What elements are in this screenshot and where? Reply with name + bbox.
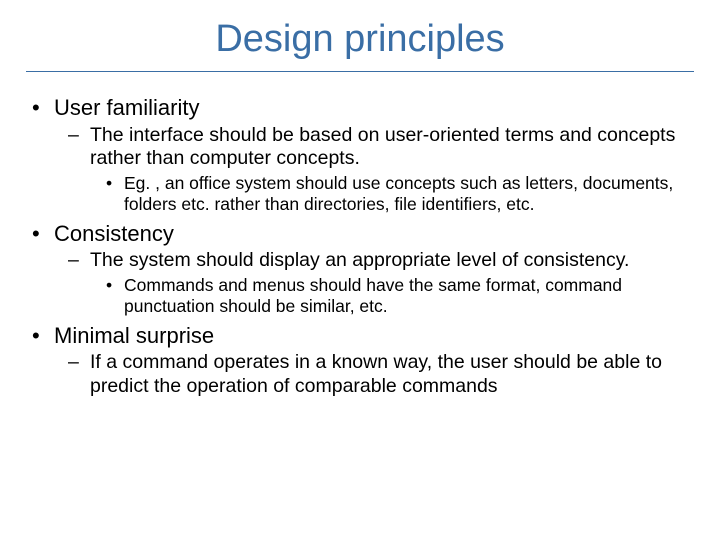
- list-item: The interface should be based on user-or…: [28, 124, 692, 172]
- slide: Design principles User familiarity The i…: [0, 0, 720, 540]
- list-item: If a command operates in a known way, th…: [28, 351, 692, 399]
- list-item: User familiarity: [28, 94, 692, 122]
- title-divider: [26, 71, 694, 72]
- list-item: The system should display an appropriate…: [28, 249, 692, 273]
- list-item: Commands and menus should have the same …: [28, 275, 692, 318]
- list-item: Eg. , an office system should use concep…: [28, 173, 692, 216]
- bullet-list: User familiarity The interface should be…: [28, 94, 692, 399]
- slide-title: Design principles: [28, 18, 692, 71]
- list-item: Minimal surprise: [28, 322, 692, 350]
- list-item: Consistency: [28, 220, 692, 248]
